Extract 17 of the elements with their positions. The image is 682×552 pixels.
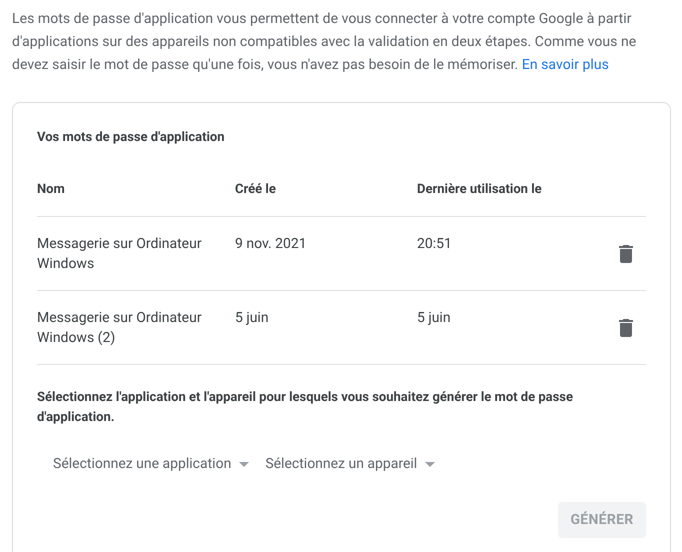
column-header: Nom — [37, 180, 235, 217]
learn-more-link[interactable]: En savoir plus — [522, 57, 609, 73]
table-cell: 20:51 — [417, 236, 452, 252]
card-title: Vos mots de passe d'application — [37, 129, 226, 147]
instruction-text: Sélectionnez l'application et l'appareil pour lesquels vous souhaitez générer le mot de passe d'application. — [37, 389, 574, 427]
table-cell: 5 juin — [235, 310, 269, 326]
table-cell: 5 juin — [417, 310, 451, 326]
column-header: Dernière utilisation le — [417, 180, 606, 217]
intro-text: Les mots de passe d'application vous permettent de vous connecter à votre compte Google à partir d'applications sur des appareils non compatibles avec la validation en deux étapes. Comme vous ne devez saisir le mot de passe qu'une fois, vous n'avez pas besoin de le mémoriser. En savoir plus — [11, 10, 638, 75]
caret-icon — [425, 462, 436, 466]
table-cell: Messagerie sur Ordinateur Windows (2) — [37, 310, 202, 346]
column-header: Créé le — [235, 180, 417, 217]
caret-icon — [239, 462, 250, 466]
table-cell: Messagerie sur Ordinateur Windows — [37, 236, 202, 272]
dropdown[interactable]: Sélectionnez une application — [53, 452, 250, 476]
dropdown[interactable]: Sélectionnez un appareil — [265, 452, 436, 476]
table-cell: 9 nov. 2021 — [235, 236, 307, 252]
